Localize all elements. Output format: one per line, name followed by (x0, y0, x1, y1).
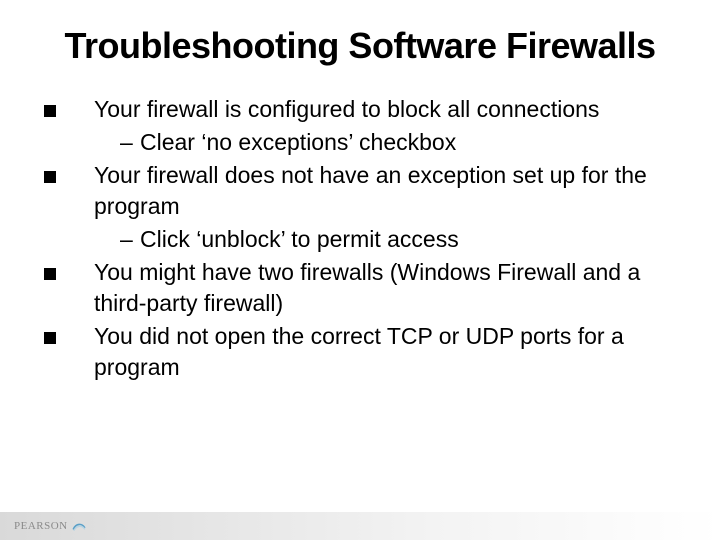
bullet-item: Your firewall is configured to block all… (40, 94, 680, 125)
dash-bullet-icon: – (94, 127, 140, 158)
bullet-text: You might have two firewalls (Windows Fi… (94, 257, 680, 319)
slide: Troubleshooting Software Firewalls Your … (0, 0, 720, 540)
brand-logo: PEARSON (14, 519, 86, 533)
square-bullet-icon (40, 160, 94, 191)
slide-content: Your firewall is configured to block all… (40, 94, 680, 383)
bullet-text: You did not open the correct TCP or UDP … (94, 321, 680, 383)
footer-bar: PEARSON (0, 512, 720, 540)
square-bullet-icon (40, 94, 94, 125)
bullet-item: Your firewall does not have an exception… (40, 160, 680, 222)
brand-text: PEARSON (14, 520, 68, 532)
sub-bullet-item: – Clear ‘no exceptions’ checkbox (40, 127, 680, 158)
sub-bullet-text: Click ‘unblock’ to permit access (140, 224, 680, 255)
bullet-item: You might have two firewalls (Windows Fi… (40, 257, 680, 319)
bullet-text: Your firewall does not have an exception… (94, 160, 680, 222)
square-bullet-icon (40, 321, 94, 352)
dash-bullet-icon: – (94, 224, 140, 255)
sub-bullet-item: – Click ‘unblock’ to permit access (40, 224, 680, 255)
sub-bullet-text: Clear ‘no exceptions’ checkbox (140, 127, 680, 158)
slide-title: Troubleshooting Software Firewalls (40, 26, 680, 66)
square-bullet-icon (40, 257, 94, 288)
brand-swoosh-icon (72, 519, 86, 533)
bullet-text: Your firewall is configured to block all… (94, 94, 680, 125)
bullet-item: You did not open the correct TCP or UDP … (40, 321, 680, 383)
